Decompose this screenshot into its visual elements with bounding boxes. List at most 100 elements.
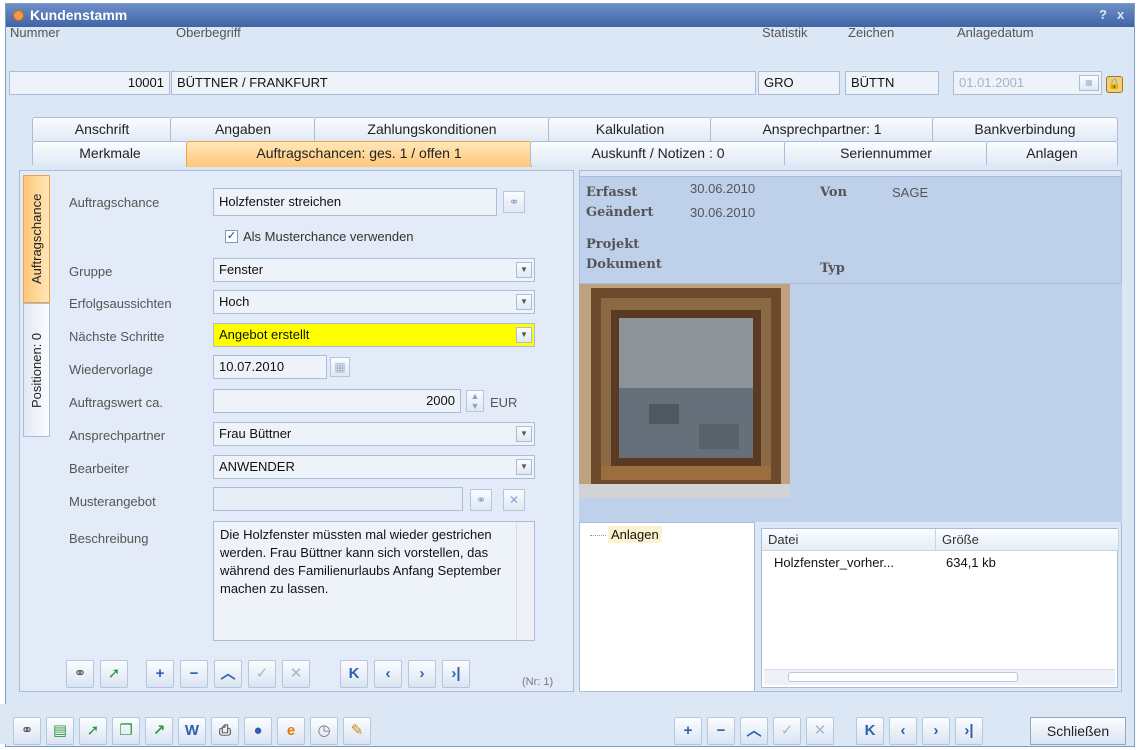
binoculars-icon[interactable]: ⚭: [66, 660, 94, 688]
vtab-positionen[interactable]: Positionen: 0: [23, 303, 50, 437]
binoculars-icon[interactable]: ⚭: [503, 191, 525, 213]
bearbeiter-select[interactable]: ANWENDER ▼: [213, 455, 535, 479]
remove-icon[interactable]: −: [707, 717, 735, 745]
last-record-icon[interactable]: ›|: [955, 717, 983, 745]
oberbegriff-field[interactable]: BÜTTNER / FRANKFURT: [171, 71, 756, 95]
musterchance-label: Als Musterchance verwenden: [243, 229, 414, 244]
binoculars-icon[interactable]: ⚭: [470, 489, 492, 511]
wert-field[interactable]: 2000: [213, 389, 461, 413]
first-record-icon[interactable]: K: [856, 717, 884, 745]
word-icon[interactable]: W: [178, 717, 206, 745]
schritte-select[interactable]: Angebot erstellt ▼: [213, 323, 535, 347]
tab-angaben[interactable]: Angaben: [170, 117, 316, 141]
image-preview-area: [579, 284, 1122, 522]
cancel-icon: ✕: [282, 660, 310, 688]
lock-icon[interactable]: 🔒: [1106, 76, 1123, 93]
chevron-down-icon[interactable]: ▼: [516, 426, 532, 442]
zeichen-field[interactable]: BÜTTN: [845, 71, 939, 95]
zeichen-label: Zeichen: [848, 25, 895, 40]
clear-icon[interactable]: ✕: [503, 489, 525, 511]
binoculars-icon[interactable]: ⚭: [13, 717, 41, 745]
bearbeiter-value: ANWENDER: [219, 459, 295, 474]
info-icon[interactable]: ●: [244, 717, 272, 745]
chevron-up-icon[interactable]: ︿: [740, 717, 768, 745]
chevron-down-icon[interactable]: ▼: [516, 294, 532, 310]
tab-kalkulation[interactable]: Kalkulation: [548, 117, 712, 141]
erfolg-select[interactable]: Hoch ▼: [213, 290, 535, 314]
beschreibung-textarea[interactable]: Die Holzfenster müssten mal wieder gestr…: [213, 521, 535, 641]
auftragschance-label: Auftragschance: [69, 195, 160, 210]
info-box: Erfasst 30.06.2010 Von SAGE Geändert 30.…: [579, 176, 1122, 284]
tab-ansprechpartner[interactable]: Ansprechpartner: 1: [710, 117, 934, 141]
chevron-down-icon[interactable]: ▼: [516, 459, 532, 475]
gruppe-label: Gruppe: [69, 264, 113, 279]
wiedervorlage-label: Wiedervorlage: [69, 362, 153, 377]
window-photo[interactable]: [579, 284, 790, 498]
calendar-icon[interactable]: ▦: [330, 357, 350, 377]
musterangebot-field[interactable]: [213, 487, 463, 511]
copy-icon[interactable]: ❐: [112, 717, 140, 745]
musterchance-checkbox[interactable]: ✓: [225, 230, 238, 243]
check-icon: ✓: [773, 717, 801, 745]
column-header-datei[interactable]: Datei: [762, 529, 936, 551]
add-icon[interactable]: +: [674, 717, 702, 745]
clock-icon[interactable]: ◷: [310, 717, 338, 745]
print-icon[interactable]: ⎙: [211, 717, 239, 745]
next-record-icon[interactable]: ›: [922, 717, 950, 745]
title-bar: Kundenstamm ? x: [6, 4, 1134, 27]
cancel-icon: ✕: [806, 717, 834, 745]
auftragschance-field[interactable]: Holzfenster streichen: [213, 188, 497, 216]
tab-anschrift[interactable]: Anschrift: [32, 117, 172, 141]
ansprechpartner-select[interactable]: Frau Büttner ▼: [213, 422, 535, 446]
von-value: SAGE: [892, 185, 929, 200]
row-datei[interactable]: Holzfenster_vorher...: [766, 555, 894, 570]
tab-zahlungskonditionen[interactable]: Zahlungskonditionen: [314, 117, 550, 141]
first-record-icon[interactable]: K: [340, 660, 368, 688]
tab-seriennummer[interactable]: Seriennummer: [784, 141, 988, 165]
new-file-icon[interactable]: ▤: [46, 717, 74, 745]
vertical-tabs: Auftragschance Positionen: 0: [23, 175, 51, 437]
next-record-icon[interactable]: ›: [408, 660, 436, 688]
statistik-field[interactable]: GRO: [758, 71, 840, 95]
tree-item-anlagen[interactable]: Anlagen: [608, 526, 662, 543]
tab-bankverbindung[interactable]: Bankverbindung: [932, 117, 1118, 141]
chevron-up-icon[interactable]: ︿: [214, 660, 242, 688]
chart-icon[interactable]: ↗: [145, 717, 173, 745]
help-icon[interactable]: ?: [1099, 7, 1107, 22]
spinner-icon[interactable]: ▲ ▼: [466, 390, 484, 412]
wiedervorlage-field[interactable]: 10.07.2010: [213, 355, 327, 379]
horizontal-scrollbar[interactable]: [764, 669, 1115, 685]
nummer-field[interactable]: 10001: [9, 71, 170, 95]
tools-icon[interactable]: ✎: [343, 717, 371, 745]
tab-merkmale[interactable]: Merkmale: [32, 141, 188, 165]
close-icon[interactable]: x: [1117, 7, 1124, 22]
projekt-label: Projekt: [586, 237, 640, 252]
nummer-label: Nummer: [10, 25, 60, 40]
record-number: (Nr: 1): [522, 676, 554, 688]
prev-record-icon[interactable]: ‹: [889, 717, 917, 745]
remove-icon[interactable]: −: [180, 660, 208, 688]
erfasst-value: 30.06.2010: [690, 181, 756, 196]
scroll-thumb[interactable]: [788, 672, 1018, 682]
chevron-down-icon[interactable]: ▼: [516, 262, 532, 278]
vtab-auftragschance[interactable]: Auftragschance: [23, 175, 50, 303]
gruppe-value: Fenster: [219, 262, 264, 277]
vertical-scrollbar[interactable]: [516, 522, 534, 640]
tab-auftragschancen[interactable]: Auftragschancen: ges. 1 / offen 1: [186, 141, 532, 167]
row-groesse[interactable]: 634,1 kb: [938, 555, 996, 570]
prev-record-icon[interactable]: ‹: [374, 660, 402, 688]
new-document-icon[interactable]: ➚: [100, 660, 128, 688]
last-record-icon[interactable]: ›|: [442, 660, 470, 688]
export-icon[interactable]: ➚: [79, 717, 107, 745]
add-icon[interactable]: +: [146, 660, 174, 688]
column-header-groesse[interactable]: Größe: [936, 529, 1119, 551]
calendar-icon[interactable]: ▦: [1079, 75, 1099, 91]
gruppe-select[interactable]: Fenster ▼: [213, 258, 535, 282]
chevron-down-icon[interactable]: ▼: [516, 327, 532, 343]
browser-icon[interactable]: e: [277, 717, 305, 745]
tab-auskunft-notizen[interactable]: Auskunft / Notizen : 0: [530, 141, 786, 165]
erfolg-label: Erfolgsaussichten: [69, 296, 172, 311]
tab-anlagen[interactable]: Anlagen: [986, 141, 1118, 165]
ansprechpartner-label: Ansprechpartner: [69, 428, 166, 443]
close-button[interactable]: Schließen: [1030, 717, 1126, 745]
